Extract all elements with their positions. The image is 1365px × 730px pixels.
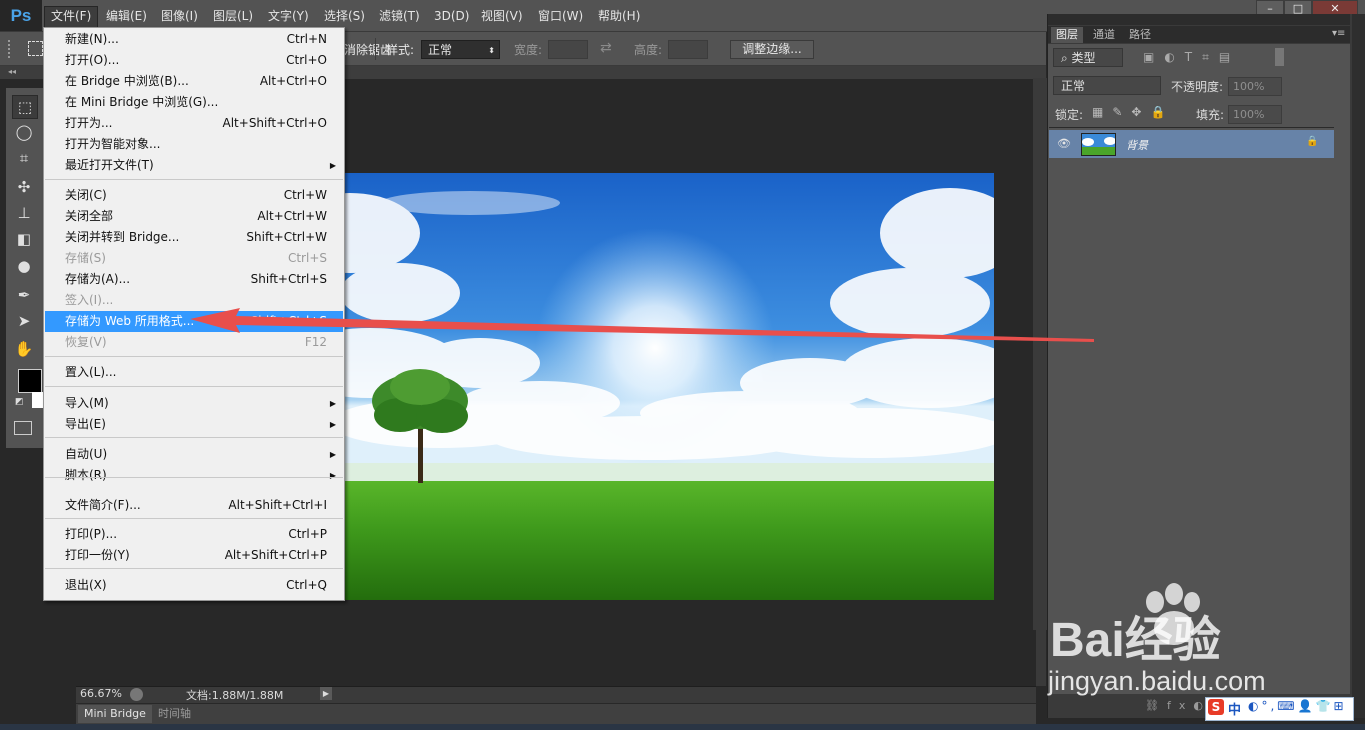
- annotation-arrow: [190, 308, 1094, 342]
